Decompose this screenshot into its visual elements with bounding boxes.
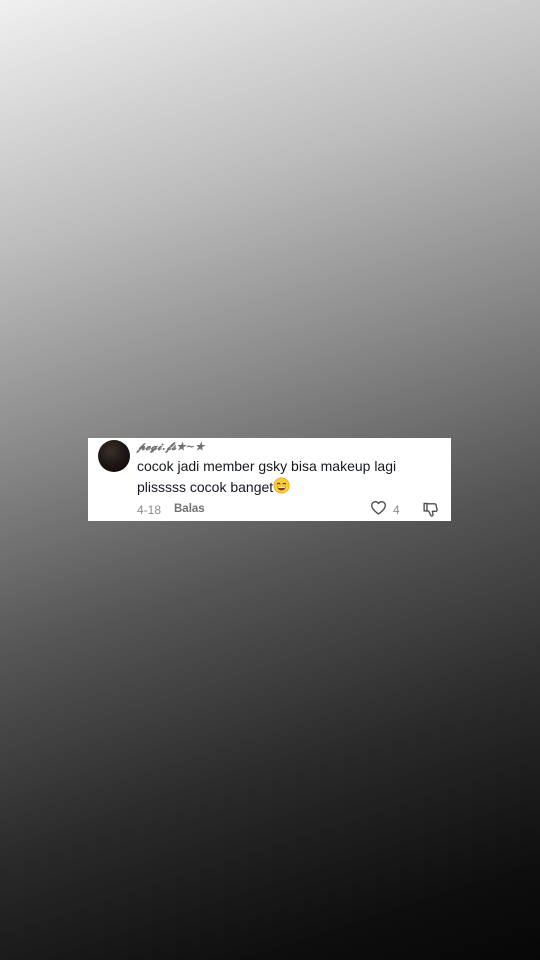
comment-username[interactable]: 𝓹𝓮𝓰𝓲.𝓯𝓼★~★ [137, 440, 204, 454]
comment-card: 𝓹𝓮𝓰𝓲.𝓯𝓼★~★ cocok jadi member gsky bisa m… [88, 438, 451, 521]
thumbs-down-icon[interactable] [422, 501, 439, 518]
comment-text-line1: cocok jadi member gsky bisa makeup lagi [137, 458, 397, 474]
comment-text: cocok jadi member gsky bisa makeup lagi … [137, 457, 437, 499]
like-button[interactable]: 4 [370, 500, 400, 520]
reply-button[interactable]: Balas [174, 503, 205, 515]
comment-date: 4-18 [137, 503, 162, 517]
grinning-face-emoji-icon [273, 477, 290, 500]
comment-text-line2: plisssss cocok banget [137, 478, 274, 495]
avatar[interactable] [98, 440, 130, 472]
heart-icon[interactable] [370, 500, 387, 520]
like-count: 4 [393, 503, 400, 517]
